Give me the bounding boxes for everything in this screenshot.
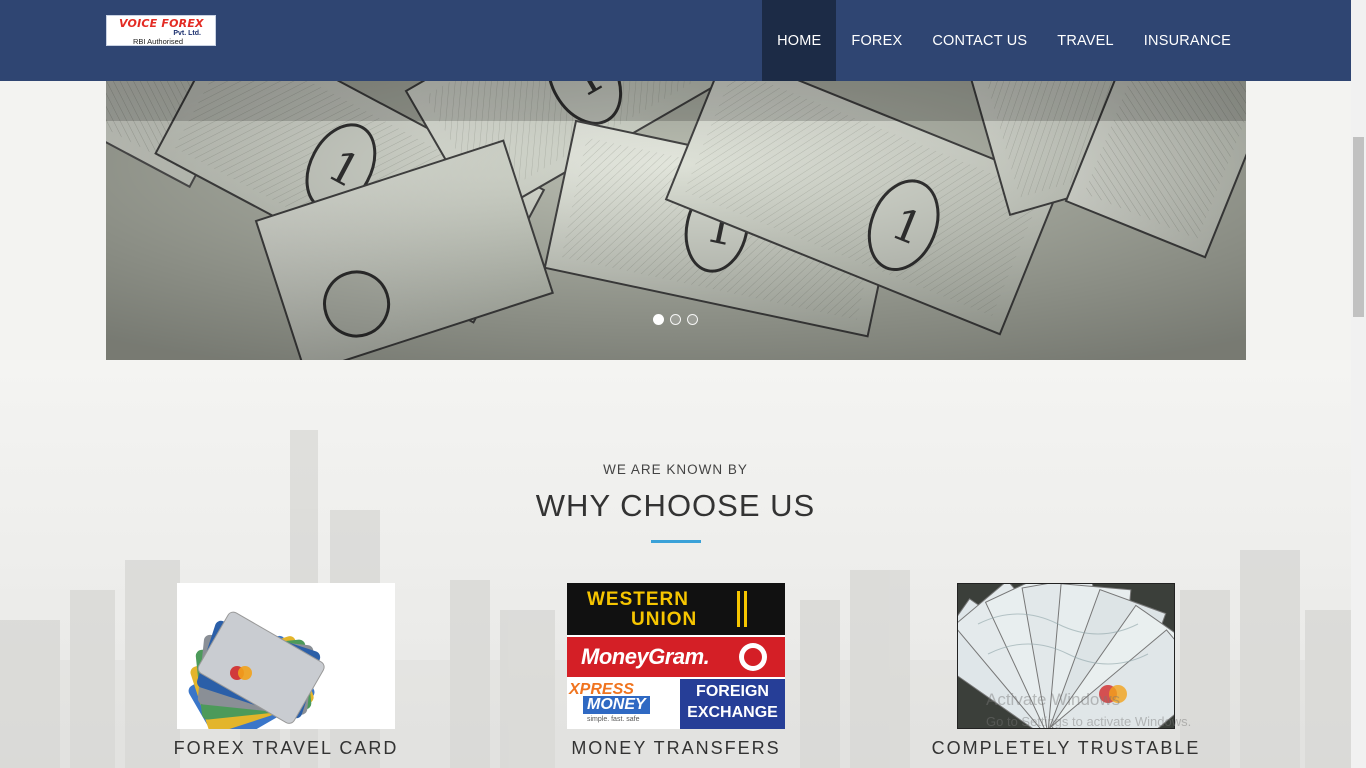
carousel-indicators [653, 314, 698, 325]
nav-item-travel[interactable]: TRAVEL [1042, 0, 1129, 81]
carousel-dot[interactable] [670, 314, 681, 325]
moneygram-globe-icon [739, 643, 767, 671]
moneygram-text: MoneyGram. [581, 644, 710, 669]
western-union-logo: WESTERN UNION [567, 583, 785, 635]
section-eyebrow: WE ARE KNOWN BY [603, 462, 748, 477]
feature-label-completely-trustable: COMPLETELY TRUSTABLE [931, 738, 1201, 758]
carousel-dot[interactable] [687, 314, 698, 325]
nav-item-forex[interactable]: FOREX [836, 0, 917, 81]
xpress-tagline: simple. fast. safe [587, 716, 640, 723]
scrollbar-thumb[interactable] [1353, 137, 1364, 317]
section-title: WHY CHOOSE US [535, 488, 816, 523]
activate-windows-subtext: Go to Settings to activate Windows. [986, 714, 1192, 729]
feature-label-forex-travel-card: FOREX TRAVEL CARD [173, 738, 399, 758]
nav-item-insurance[interactable]: INSURANCE [1129, 0, 1246, 81]
money-transfers-image: WESTERN UNION MoneyGram. XPRESS MONEY si… [567, 583, 785, 729]
brand-name: VOICE FOREX [119, 17, 204, 30]
exchange-text: EXCHANGE [687, 704, 778, 721]
brand-tagline: RBI Authorised [133, 37, 184, 46]
title-underline [651, 540, 701, 543]
nav-item-contact-us[interactable]: CONTACT US [917, 0, 1042, 81]
hero-carousel[interactable]: 1 1 1 1 [106, 81, 1246, 360]
why-choose-us-section: WE ARE KNOWN BY WHY CHOOSE US FOREX TRAV… [0, 360, 1351, 768]
carousel-dot[interactable] [653, 314, 664, 325]
money-text: MONEY [583, 696, 650, 714]
navbar: VOICE FOREX Pvt. Ltd. RBI Authorised HOM… [0, 0, 1351, 81]
nav-item-home[interactable]: HOME [762, 0, 837, 81]
foreign-text: FOREIGN [696, 683, 769, 700]
page-scrollbar[interactable] [1351, 0, 1366, 768]
moneygram-logo: MoneyGram. [567, 637, 785, 677]
western-union-text: WESTERN [587, 589, 689, 610]
activate-windows-watermark: Activate Windows [986, 690, 1121, 709]
union-text: UNION [631, 609, 698, 630]
xpress-money-logo: XPRESS MONEY simple. fast. safe [567, 679, 678, 729]
brand-logo[interactable]: VOICE FOREX Pvt. Ltd. RBI Authorised [106, 15, 216, 46]
main-nav: HOME FOREX CONTACT US TRAVEL INSURANCE [762, 0, 1246, 81]
foreign-exchange-logo: FOREIGN EXCHANGE [680, 679, 785, 729]
forex-travel-card-image [177, 583, 395, 729]
feature-label-money-transfers: MONEY TRANSFERS [571, 738, 781, 758]
brand-suffix: Pvt. Ltd. [173, 30, 201, 37]
